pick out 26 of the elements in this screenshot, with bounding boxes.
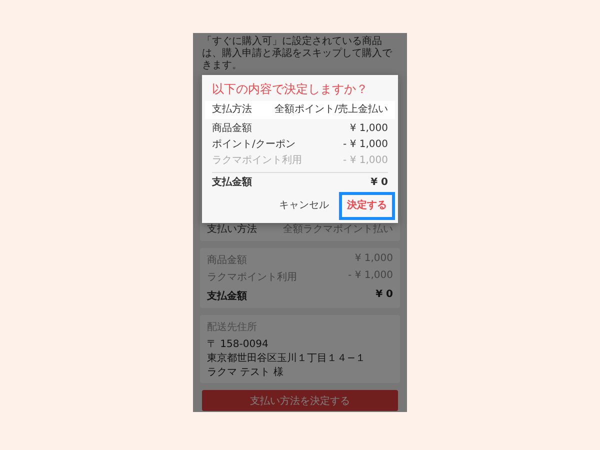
address-line: 〒 158-0094 (207, 339, 270, 350)
dialog-row-label: 支払方法 (212, 104, 252, 116)
notice-text: 「すぐに購入可」に設定されている商品は、購入申請と承認をスキップして購入できます。 (201, 36, 393, 72)
dialog-row-value: ¥ 1,000 (350, 123, 388, 135)
summary-label: 商品金額 (207, 254, 247, 267)
dialog-title: 以下の内容で決定しますか？ (211, 82, 369, 98)
summary-value: ¥ 0 (376, 289, 393, 302)
dialog-row-label: 支払金額 (212, 177, 252, 189)
dialog-row-value: ¥ 0 (370, 177, 388, 189)
address-line: 東京都世田谷区玉川１丁目１４−１ (207, 353, 366, 364)
dialog-row-label: 商品金額 (212, 123, 252, 135)
payment-method-label: 支払い方法 (207, 222, 257, 236)
summary-label: ラクマポイント利用 (207, 270, 297, 284)
dialog-row-label: ラクマポイント利用 (212, 155, 302, 167)
dialog-row-value: - ¥ 1,000 (343, 139, 388, 151)
summary-value: ¥ 1,000 (354, 253, 393, 266)
summary-label: 支払金額 (207, 290, 247, 303)
submit-button[interactable]: 支払い方法を決定する (202, 390, 398, 411)
cancel-button[interactable]: キャンセル (271, 192, 337, 220)
address-line: ラクマ テスト 様 (207, 367, 284, 378)
confirm-button[interactable]: 決定する (339, 192, 395, 220)
summary-value: - ¥ 1,000 (348, 270, 393, 283)
payment-method-value: 全額ラクマポイント払い (283, 222, 393, 236)
dialog-row-label: ポイント/クーポン (212, 139, 296, 151)
dialog-row-value: 全額ポイント/売上金払い (274, 104, 388, 116)
dialog-row-value: - ¥ 1,000 (343, 155, 388, 167)
